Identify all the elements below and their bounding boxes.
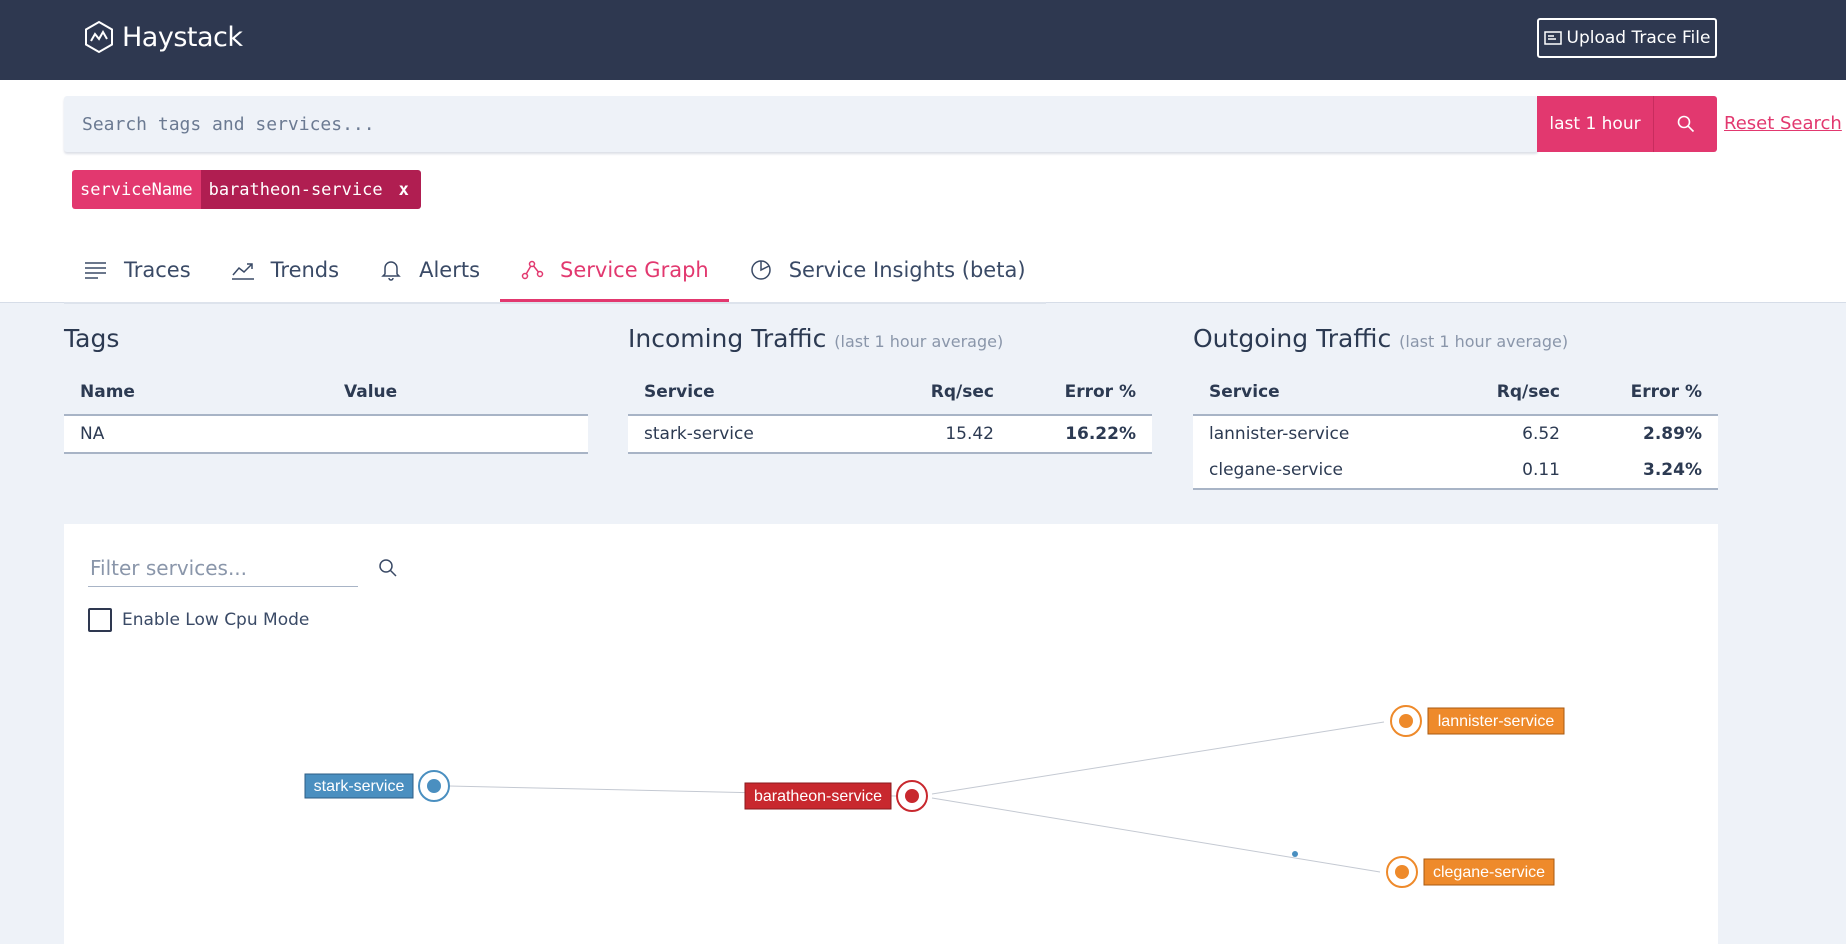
table-header-row: Service Rq/sec Error % [628,370,1152,416]
chip-key: serviceName [72,170,201,209]
incoming-table: Service Rq/sec Error % stark-service 15.… [628,370,1152,454]
node-label: stark-service [314,778,405,795]
column-header: Service [628,370,858,416]
rq-sec-cell: 6.52 [1424,415,1576,452]
chip-value: baratheon-service [200,170,391,209]
service-graph-canvas[interactable]: stark-service baratheon-service lanniste… [64,524,1718,944]
pie-chart-icon [750,260,771,280]
outgoing-table: Service Rq/sec Error % lannister-service… [1193,370,1718,490]
tab-service-graph-label: Service Graph [560,257,709,282]
filter-search-icon[interactable] [378,558,398,578]
graph-node-baratheon-service[interactable]: baratheon-service [744,780,928,812]
graph-node-lannister-service[interactable]: lannister-service [1390,705,1565,737]
table-row: stark-service 15.42 16.22% [628,415,1152,454]
column-header: Rq/sec [1424,370,1576,416]
low-cpu-checkbox[interactable] [88,608,112,632]
edge-traffic-particle [1292,851,1298,857]
column-header: Error % [1576,370,1718,416]
reset-search-link[interactable]: Reset Search [1724,113,1842,134]
column-header: Rq/sec [858,370,1010,416]
node-core [905,789,919,803]
graph-node-clegane-service[interactable]: clegane-service [1386,856,1555,888]
column-header: Service [1193,370,1424,416]
graph-icon [521,260,544,279]
node-core [1399,714,1413,728]
tags-table: Name Value NA [64,370,588,454]
tab-alerts[interactable]: Alerts [359,240,500,300]
column-header: Value [328,370,588,416]
incoming-subtitle: (last 1 hour average) [834,332,1004,351]
app-name: Haystack [122,21,243,53]
time-range-button[interactable]: last 1 hour [1537,96,1653,152]
table-header-row: Name Value [64,370,588,416]
service-cell: lannister-service [1193,415,1424,452]
column-header: Error % [1010,370,1152,416]
tags-title: Tags [64,324,119,353]
error-pct-cell: 2.89% [1576,415,1718,452]
tab-service-insights-label: Service Insights (beta) [788,258,1026,282]
tags-title-text: Tags [64,324,120,353]
low-cpu-mode-toggle[interactable]: Enable Low Cpu Mode [88,608,309,632]
search-area: last 1 hour Reset Search serviceName bar… [0,80,1846,304]
haystack-logo-icon [85,20,113,54]
graph-node-stark-service[interactable]: stark-service [304,770,450,802]
top-bar: Haystack Upload Trace File [0,0,1846,80]
service-cell: stark-service [628,415,858,454]
error-pct-cell: 16.22% [1010,415,1152,454]
tag-value-cell [328,415,588,454]
list-icon [85,262,106,279]
table-header-row: Service Rq/sec Error % [1193,370,1718,416]
tag-name-cell: NA [64,415,328,454]
filter-services-input[interactable] [88,550,332,586]
error-pct-cell: 3.24% [1576,452,1718,490]
node-label: lannister-service [1438,713,1555,730]
rq-sec-cell: 15.42 [858,415,1010,454]
node-core [1395,865,1409,879]
trend-chart-icon [231,263,254,280]
tab-traces[interactable]: Traces [64,240,211,300]
table-row: clegane-service 0.11 3.24% [1193,452,1718,490]
incoming-title-text: Incoming Traffic [628,324,827,353]
tab-service-insights[interactable]: Service Insights (beta) [729,240,1046,300]
service-filter [88,550,397,587]
outgoing-title: Outgoing Traffic (last 1 hour average) [1193,324,1568,353]
table-row: NA [64,415,588,454]
node-label: baratheon-service [754,788,882,805]
search-box [64,96,1538,152]
chip-remove-button[interactable]: x [390,170,421,209]
table-row: lannister-service 6.52 2.89% [1193,415,1718,452]
service-graph-panel: stark-service baratheon-service lanniste… [64,524,1718,944]
column-header: Name [64,370,328,416]
bell-icon [381,261,401,281]
upload-trace-label: Upload Trace File [1566,28,1711,48]
low-cpu-label: Enable Low Cpu Mode [122,610,310,630]
outgoing-subtitle: (last 1 hour average) [1399,332,1569,351]
node-core [427,779,441,793]
tab-service-graph[interactable]: Service Graph [500,240,729,302]
search-input[interactable] [64,96,1514,152]
tab-trends[interactable]: Trends [211,240,359,300]
tab-bar: Traces Trends Alerts Service Graph Servi… [64,240,1046,304]
incoming-title: Incoming Traffic (last 1 hour average) [628,324,1003,353]
tab-trends-label: Trends [270,258,340,282]
upload-file-icon [1543,31,1562,45]
brand[interactable]: Haystack [84,20,243,54]
edge-baratheon-to-lannister [931,721,1385,795]
upload-trace-button[interactable]: Upload Trace File [1537,18,1717,58]
rq-sec-cell: 0.11 [1424,452,1576,490]
edge-baratheon-to-clegane [931,797,1381,873]
search-button[interactable] [1653,96,1717,152]
node-label: clegane-service [1433,864,1545,881]
service-cell: clegane-service [1193,452,1424,490]
tab-traces-label: Traces [124,258,191,282]
tab-alerts-label: Alerts [419,258,481,282]
search-icon [1677,115,1694,133]
outgoing-title-text: Outgoing Traffic [1193,324,1392,353]
service-filter-chip: serviceName baratheon-service x [72,170,421,209]
